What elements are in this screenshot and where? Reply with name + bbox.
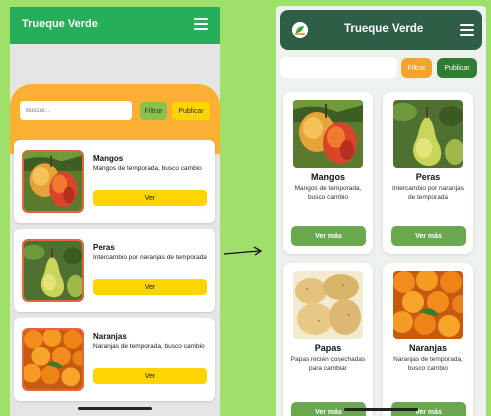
filter-button[interactable]: Filtrar [140, 102, 167, 120]
arrow-right-icon [223, 246, 263, 256]
mango-photo [293, 100, 363, 168]
hamburger-menu-icon[interactable] [194, 18, 208, 30]
view-more-button[interactable]: Ver más [291, 226, 366, 246]
publish-button[interactable]: Publicar [437, 58, 477, 78]
item-name: Mangos [310, 172, 345, 182]
orange-photo [393, 271, 463, 339]
list-item: Peras Intercambio por naranjas de tempor… [14, 229, 215, 312]
after-app-screen: Trueque Verde Filtrar Publicar Mangos Ma… [276, 6, 486, 416]
pear-photo [22, 239, 84, 302]
item-description: Naranjas de temporada, busco cambio [93, 343, 205, 350]
view-button[interactable]: Ver [93, 190, 207, 206]
view-button[interactable]: Ver [93, 279, 207, 295]
pear-photo [393, 100, 463, 168]
item-name: Naranjas [93, 332, 127, 341]
app-title: Trueque Verde [22, 18, 98, 30]
app-title: Trueque Verde [344, 23, 424, 35]
item-description: Mangos de temporada, busco cambio [294, 185, 362, 201]
home-indicator [344, 408, 418, 411]
item-description: Naranjas de temporada, busco cambio [393, 356, 463, 372]
list-item: Naranjas Naranjas de temporada, busco ca… [14, 318, 215, 401]
app-header: Trueque Verde [280, 10, 482, 50]
product-card: Peras Intercambio por naranjas de tempor… [383, 92, 473, 254]
item-name: Peras [415, 172, 441, 182]
leaf-logo-icon [292, 22, 308, 38]
publish-button[interactable]: Publicar [172, 102, 210, 120]
app-header: Trueque Verde [10, 7, 220, 44]
item-name: Papas [314, 343, 342, 353]
list-item: Mangos Mangos de temporada, busco cambio… [14, 140, 215, 223]
before-app-screen: Trueque Verde Filtrar Publicar Mangos Ma… [10, 7, 220, 416]
filter-button[interactable]: Filtrar [401, 58, 432, 78]
product-card: Papas Papas recién cosechadas para cambi… [283, 263, 373, 416]
product-card: Naranjas Naranjas de temporada, busco ca… [383, 263, 473, 416]
search-input[interactable] [280, 57, 397, 78]
mango-photo [22, 150, 84, 213]
search-input[interactable] [20, 101, 132, 120]
item-name: Naranjas [408, 343, 448, 353]
item-description: Mangos de temporada, busco cambio [93, 165, 202, 172]
hamburger-menu-icon[interactable] [460, 24, 474, 36]
product-card: Mangos Mangos de temporada, busco cambio… [283, 92, 373, 254]
view-more-button[interactable]: Ver más [391, 226, 466, 246]
item-description: Intercambio por naranjas de temporada [93, 254, 207, 261]
item-description: Intercambio por naranjas de temporada [392, 185, 464, 201]
home-indicator [78, 407, 152, 410]
item-name: Mangos [93, 154, 124, 163]
orange-photo [22, 328, 84, 391]
item-description: Papas recién cosechadas para cambiar [290, 356, 366, 372]
potato-photo [293, 271, 363, 339]
item-name: Peras [93, 243, 115, 252]
view-button[interactable]: Ver [93, 368, 207, 384]
